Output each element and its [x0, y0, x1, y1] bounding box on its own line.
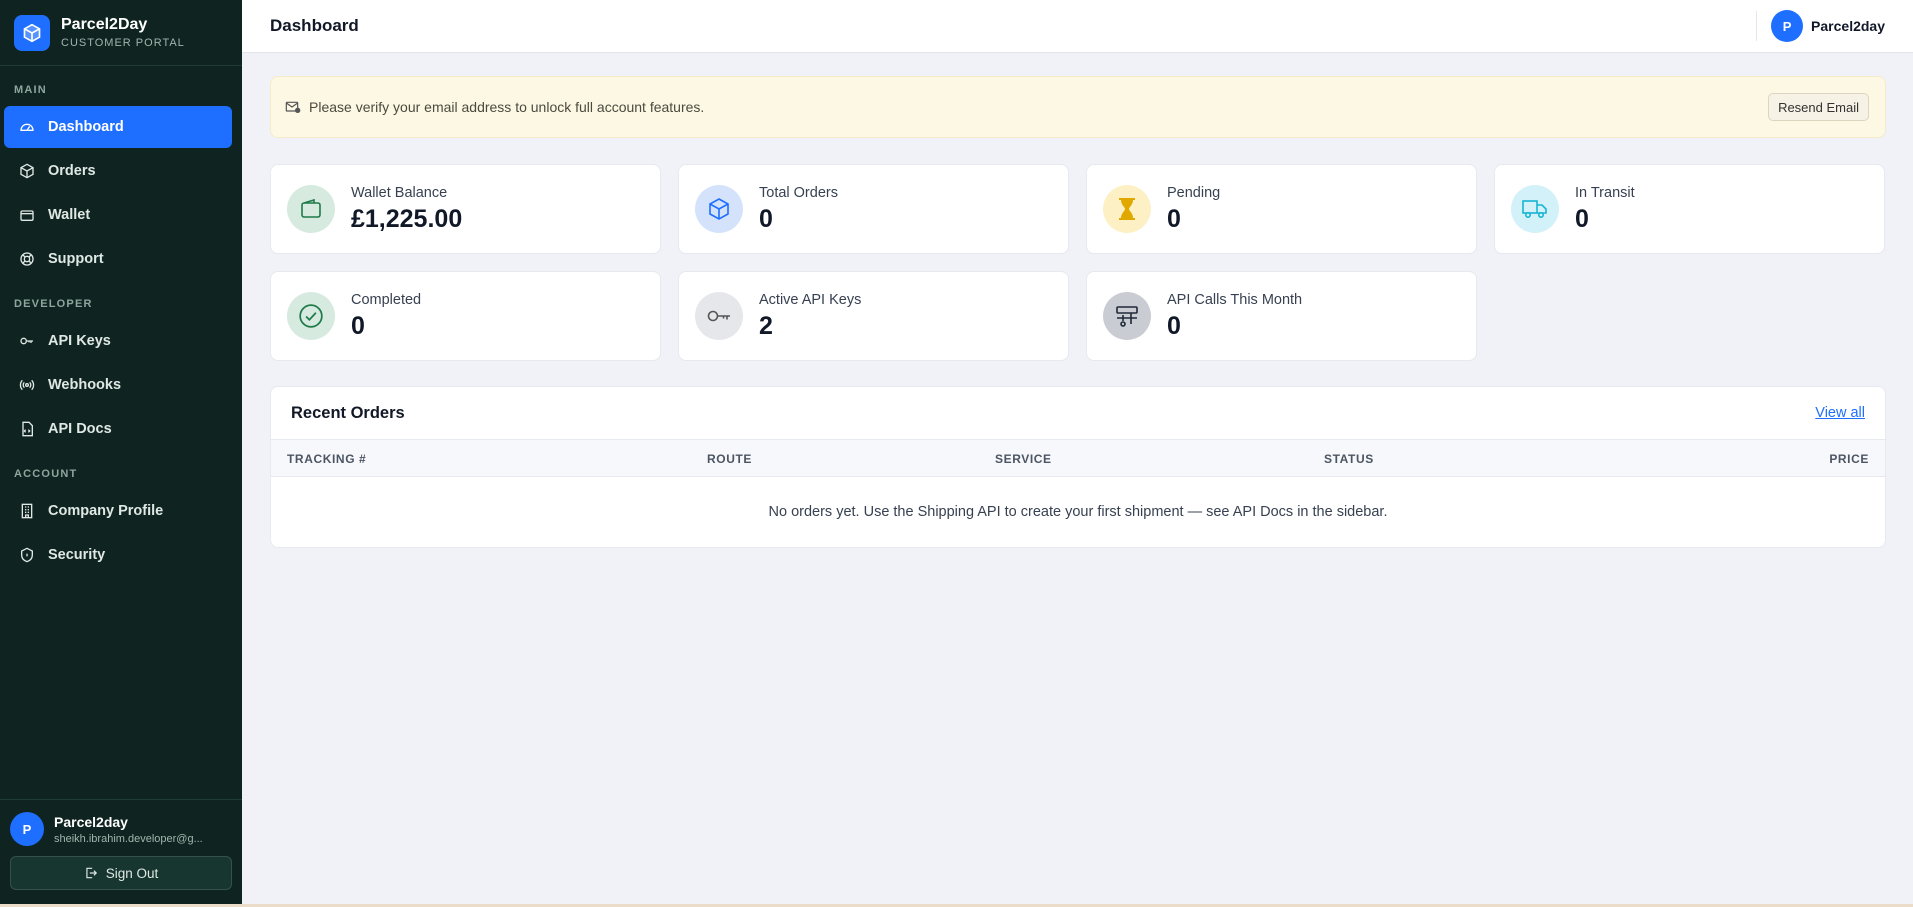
stat-card-total-orders[interactable]: Total Orders 0	[678, 164, 1069, 254]
truck-icon	[1511, 185, 1559, 233]
stat-card-in-transit[interactable]: In Transit 0	[1494, 164, 1885, 254]
avatar: P	[10, 812, 44, 846]
column-header-price[interactable]: PRICE	[1829, 452, 1869, 466]
user-card[interactable]: P Parcel2day sheikh.ibrahim.developer@g.…	[10, 812, 232, 846]
broadcast-icon	[18, 376, 36, 394]
stat-label: Active API Keys	[759, 291, 862, 308]
avatar: P	[1771, 10, 1804, 42]
stat-label: API Calls This Month	[1167, 291, 1303, 308]
sidebar-item-label: Webhooks	[48, 377, 122, 393]
top-user-menu[interactable]: P Parcel2day	[1756, 10, 1885, 42]
recent-orders-title: Recent Orders	[291, 403, 405, 422]
stats-grid: Wallet Balance £1,225.00 Total Orders 0 …	[270, 164, 1886, 361]
sliders-icon	[1103, 292, 1151, 340]
sidebar-item-wallet[interactable]: Wallet	[4, 194, 232, 236]
sidebar-item-security[interactable]: Security	[4, 534, 232, 576]
orders-table-header: TRACKING # ROUTE SERVICE STATUS PRICE	[271, 439, 1885, 477]
verify-email-alert: Please verify your email address to unlo…	[270, 76, 1886, 138]
stat-card-active-api-keys[interactable]: Active API Keys 2	[678, 271, 1069, 361]
building-icon	[18, 502, 36, 520]
top-bar: Dashboard P Parcel2day	[242, 0, 1913, 53]
shield-icon	[18, 546, 36, 564]
stat-label: Pending	[1167, 184, 1221, 201]
brand[interactable]: Parcel2Day CUSTOMER PORTAL	[0, 0, 242, 66]
lifebuoy-icon	[18, 250, 36, 268]
brand-subtitle: CUSTOMER PORTAL	[61, 37, 185, 49]
sidebar-item-label: API Docs	[48, 421, 112, 437]
sidebar-item-label: Orders	[48, 163, 96, 179]
sidebar-footer: P Parcel2day sheikh.ibrahim.developer@g.…	[0, 799, 242, 904]
section-label: DEVELOPER	[14, 298, 93, 310]
stat-value: 0	[1575, 204, 1589, 233]
sidebar-item-support[interactable]: Support	[4, 238, 232, 280]
alert-message: Please verify your email address to unlo…	[309, 99, 705, 115]
key-icon	[18, 332, 36, 350]
sidebar-item-api-keys[interactable]: API Keys	[4, 320, 232, 362]
stat-label: Total Orders	[759, 184, 838, 201]
box-icon	[14, 14, 50, 51]
sidebar-item-api-docs[interactable]: API Docs	[4, 408, 232, 450]
main-content: Please verify your email address to unlo…	[270, 76, 1886, 548]
wallet-icon	[18, 206, 36, 224]
stat-value: 0	[1167, 204, 1181, 233]
stat-value: 0	[759, 204, 773, 233]
stat-card-completed[interactable]: Completed 0	[270, 271, 661, 361]
sign-out-icon	[84, 866, 98, 880]
brand-name: Parcel2Day	[61, 16, 148, 33]
sidebar-item-label: Dashboard	[48, 119, 124, 135]
file-code-icon	[18, 420, 36, 438]
view-all-link[interactable]: View all	[1815, 405, 1865, 421]
column-header-route[interactable]: ROUTE	[707, 452, 752, 466]
sidebar-item-orders[interactable]: Orders	[4, 150, 232, 192]
stat-value: £1,225.00	[351, 204, 463, 233]
sidebar-item-label: Company Profile	[48, 503, 164, 519]
hourglass-icon	[1103, 185, 1151, 233]
nav-section-main: MAIN Dashboard Orders Wallet Support	[0, 84, 242, 280]
column-header-tracking[interactable]: TRACKING #	[287, 452, 366, 466]
page-title: Dashboard	[270, 16, 359, 35]
top-user-name: Parcel2day	[1811, 18, 1885, 34]
sidebar-nav: MAIN Dashboard Orders Wallet Support DEV…	[0, 66, 242, 799]
box-icon	[695, 185, 743, 233]
sign-out-button[interactable]: Sign Out	[10, 856, 232, 890]
user-email: sheikh.ibrahim.developer@g...	[54, 832, 203, 845]
sign-out-label: Sign Out	[105, 865, 159, 881]
stat-card-pending[interactable]: Pending 0	[1086, 164, 1477, 254]
stat-value: 0	[351, 311, 365, 340]
stat-label: In Transit	[1575, 184, 1635, 201]
gauge-icon	[18, 118, 36, 136]
stat-label: Completed	[351, 291, 422, 308]
sidebar-item-label: Security	[48, 547, 106, 563]
section-label: MAIN	[14, 84, 47, 96]
stat-value: 0	[1167, 311, 1181, 340]
stat-card-api-calls-this-month[interactable]: API Calls This Month 0	[1086, 271, 1477, 361]
sidebar-item-label: Wallet	[48, 207, 91, 223]
section-label: ACCOUNT	[14, 468, 78, 480]
column-header-service[interactable]: SERVICE	[995, 452, 1052, 466]
mail-alert-icon	[285, 100, 301, 114]
box-icon	[18, 162, 36, 180]
stat-label: Wallet Balance	[351, 184, 448, 201]
wallet-icon	[287, 185, 335, 233]
user-name: Parcel2day	[54, 813, 128, 830]
orders-empty-state: No orders yet. Use the Shipping API to c…	[768, 504, 1388, 520]
sidebar-item-company-profile[interactable]: Company Profile	[4, 490, 232, 532]
check-circle-icon	[287, 292, 335, 340]
sidebar-item-label: API Keys	[48, 333, 111, 349]
nav-section-developer: DEVELOPER API Keys Webhooks API Docs	[0, 298, 242, 450]
nav-section-account: ACCOUNT Company Profile Security	[0, 468, 242, 576]
sidebar-item-webhooks[interactable]: Webhooks	[4, 364, 232, 406]
sidebar-item-label: Support	[48, 251, 104, 267]
resend-email-button[interactable]: Resend Email	[1768, 93, 1869, 121]
column-header-status[interactable]: STATUS	[1324, 452, 1374, 466]
stat-value: 2	[759, 311, 773, 340]
stat-card-wallet-balance[interactable]: Wallet Balance £1,225.00	[270, 164, 661, 254]
sidebar-item-dashboard[interactable]: Dashboard	[4, 106, 232, 148]
recent-orders-panel: Recent Orders View all TRACKING # ROUTE …	[270, 386, 1886, 548]
sidebar: Parcel2Day CUSTOMER PORTAL MAIN Dashboar…	[0, 0, 242, 904]
key-icon	[695, 292, 743, 340]
